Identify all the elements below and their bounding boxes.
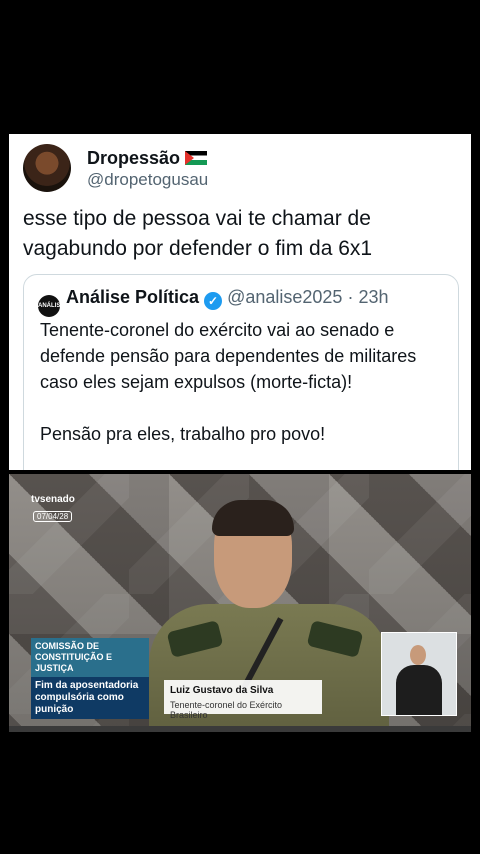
headline-label: Fim da aposentadoria compulsória como pu… (31, 677, 149, 719)
interpreter-body (396, 665, 442, 715)
avatar[interactable] (23, 144, 71, 192)
video-player[interactable]: tvsenado 07/04/28 COMISSÃO DE CONSTITUIÇ… (9, 474, 471, 732)
quoted-tweet[interactable]: ANÁLISE POLÍTICAAnálise Política ✓ @analis… (23, 274, 459, 470)
verified-badge-icon: ✓ (204, 292, 223, 310)
speaker-hair (212, 500, 294, 536)
author-name[interactable]: Dropessão (87, 148, 208, 169)
tv-channel-logo: tvsenado (31, 494, 75, 505)
author-handle[interactable]: @dropetogusau (87, 170, 208, 190)
tweet-card[interactable]: Dropessão @dropetogusau esse tipo de pes… (9, 134, 471, 470)
palestine-flag-icon (185, 151, 208, 165)
committee-label: COMISSÃO DE CONSTITUIÇÃO E JUSTIÇA (31, 638, 149, 677)
broadcast-date: 07/04/28 (33, 511, 73, 522)
quoted-avatar-logo[interactable]: ANÁLISE POLÍTICA (38, 295, 94, 317)
quoted-author-handle[interactable]: @analise2025 (227, 287, 342, 307)
quoted-timestamp[interactable]: 23h (358, 287, 388, 307)
separator-dot: · (347, 287, 354, 307)
speaker-namebox: Luiz Gustavo da Silva Tenente-coronel do… (164, 680, 322, 720)
quoted-author-name[interactable]: Análise Política (66, 287, 199, 307)
quoted-tweet-header: ANÁLISE POLÍTICAAnálise Política ✓ @analis… (38, 287, 389, 317)
sign-language-interpreter (381, 632, 457, 716)
quoted-tweet-text: Tenente-coronel do exército vai ao senad… (40, 320, 417, 444)
tweet-text: esse tipo de pessoa vai te chamar de vag… (23, 207, 373, 260)
video-bottom-bar (9, 726, 471, 732)
interpreter-head (410, 645, 426, 665)
lower-third: COMISSÃO DE CONSTITUIÇÃO E JUSTIÇA Fim d… (31, 638, 149, 719)
author-name-text[interactable]: Dropessão (87, 148, 180, 168)
speaker-name: Luiz Gustavo da Silva (170, 685, 274, 696)
speaker-title: Tenente-coronel do Exército Brasileiro (170, 700, 283, 720)
